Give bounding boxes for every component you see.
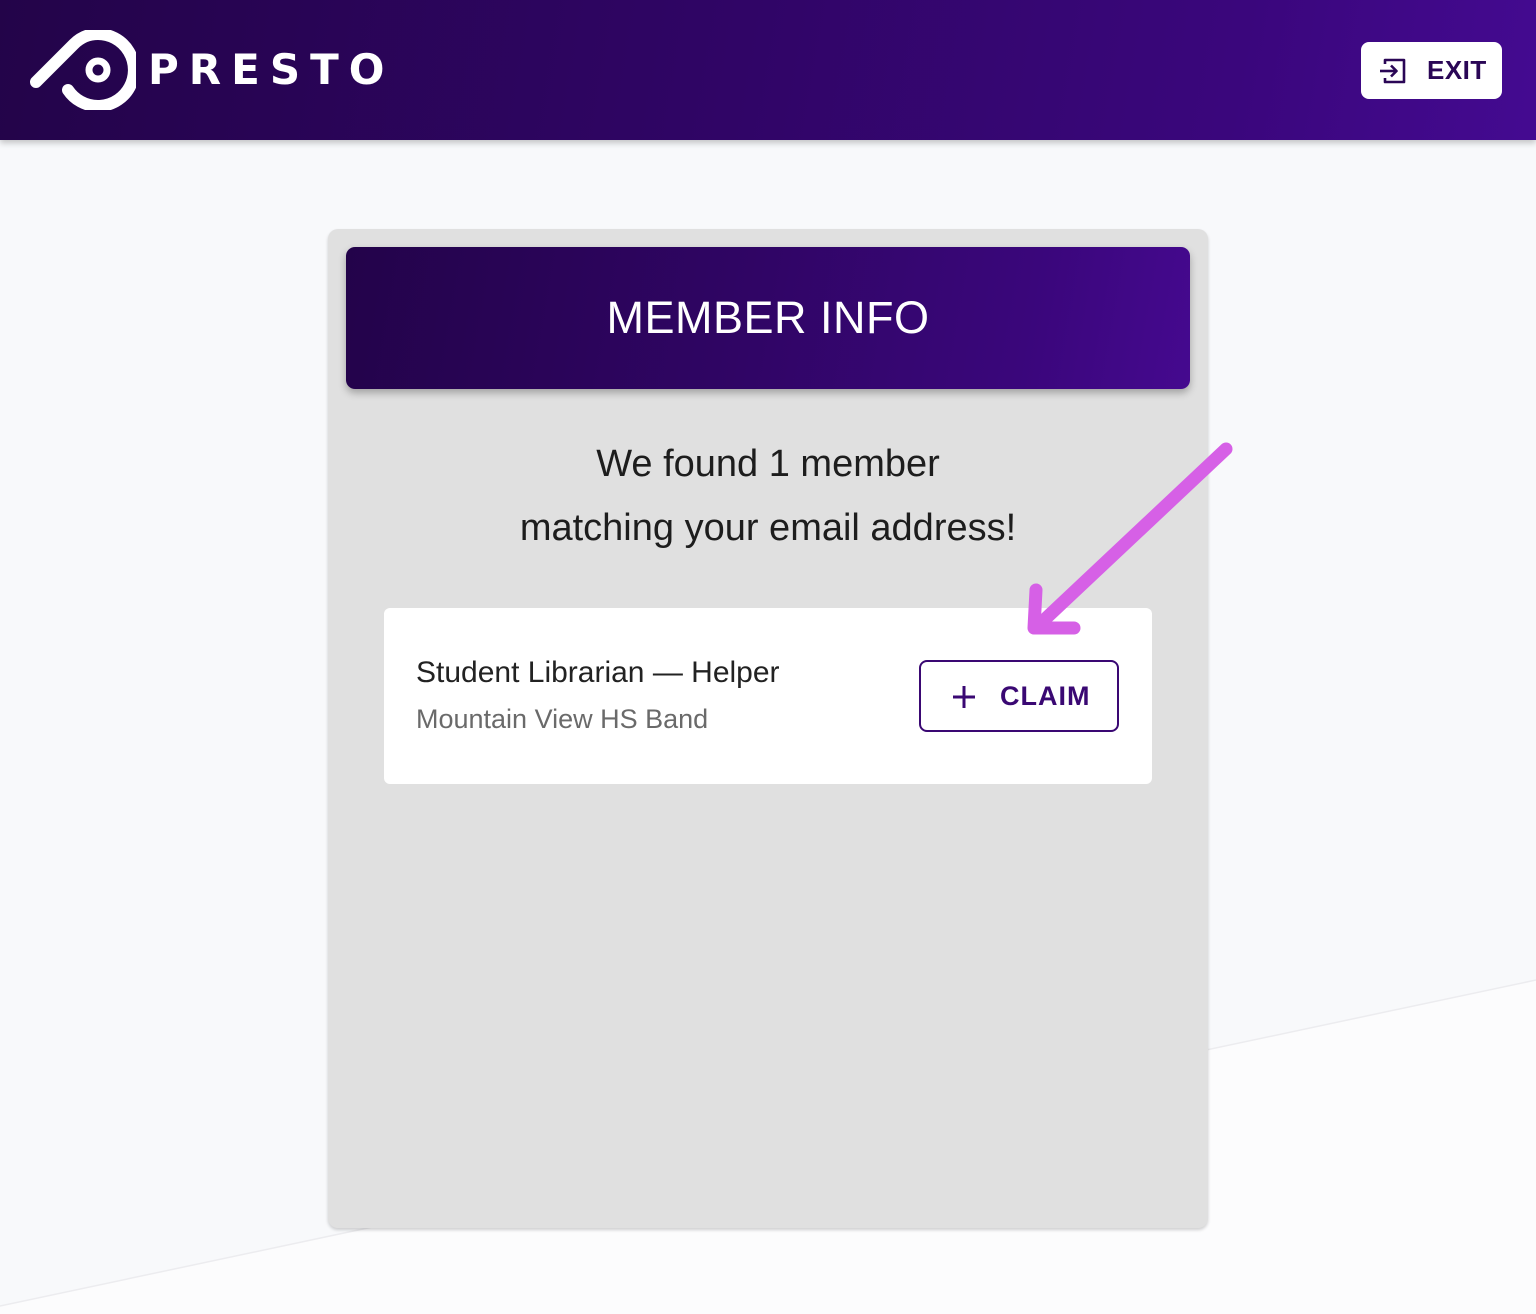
- exit-button-label: EXIT: [1427, 55, 1487, 85]
- member-info-card: MEMBER INFO We found 1 member matching y…: [328, 229, 1208, 1228]
- exit-icon: [1380, 58, 1406, 84]
- card-title: MEMBER INFO: [606, 292, 930, 343]
- plus-icon: [953, 686, 975, 708]
- member-role: Student Librarian — Helper: [416, 656, 780, 689]
- exit-button[interactable]: EXIT: [1361, 42, 1502, 99]
- card-header: MEMBER INFO: [346, 247, 1190, 389]
- claim-button-label: CLAIM: [1000, 681, 1091, 711]
- presto-logo[interactable]: PRESTO: [30, 30, 394, 110]
- found-message-line-2: matching your email address!: [519, 507, 1017, 549]
- found-message: We found 1 member matching your email ad…: [328, 432, 1208, 560]
- top-app-bar: PRESTO EXIT: [0, 0, 1536, 140]
- claim-button[interactable]: CLAIM: [919, 660, 1119, 732]
- found-message-line-1: We found 1 member: [596, 443, 940, 485]
- member-list-item: Student Librarian — Helper Mountain View…: [384, 608, 1152, 784]
- presto-logo-icon: [30, 30, 136, 110]
- member-organization: Mountain View HS Band: [416, 704, 709, 734]
- brand-name: PRESTO: [148, 45, 395, 94]
